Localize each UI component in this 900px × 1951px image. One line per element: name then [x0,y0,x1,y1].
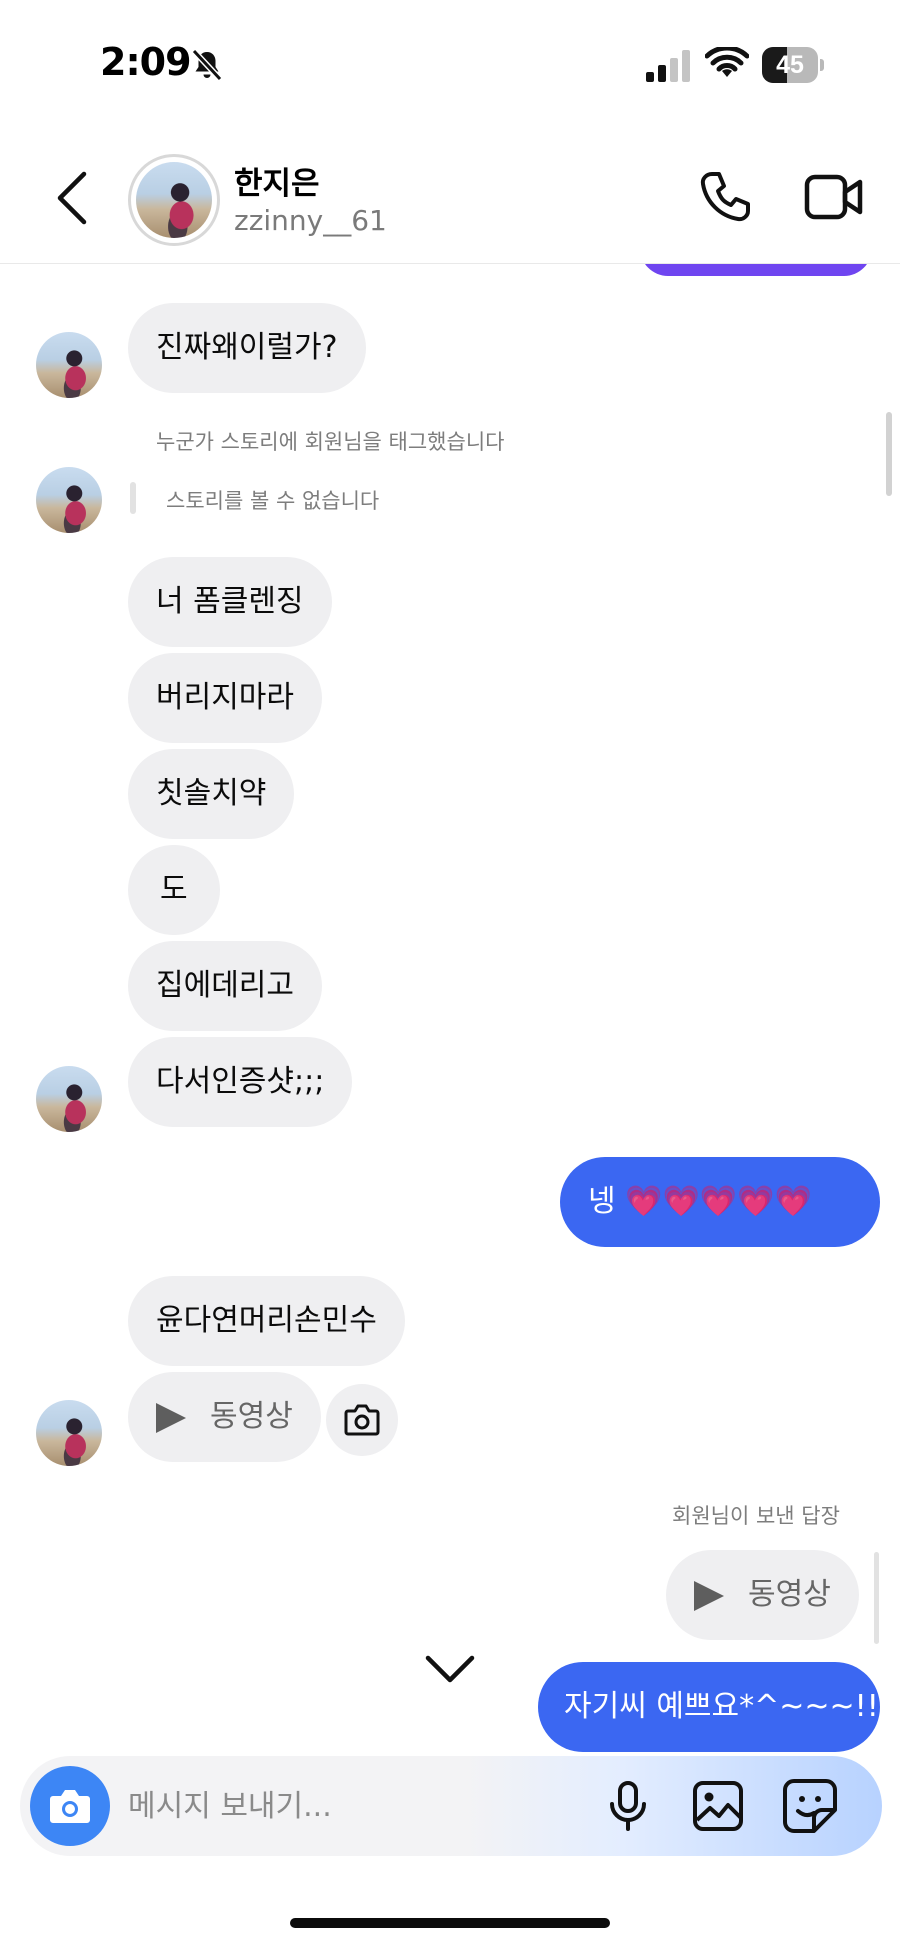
camera-reply-button[interactable] [326,1384,398,1456]
camera-icon [344,1404,380,1436]
status-bar: 2:09 45 [0,0,900,130]
chevron-down-icon[interactable] [424,1652,476,1684]
message-bubble[interactable]: 진짜왜이럴가? [128,303,366,393]
phone-icon[interactable] [698,170,752,224]
home-indicator [290,1918,610,1928]
story-reply-bar [130,482,136,514]
contact-display-name[interactable]: 한지은 [234,158,320,203]
message-composer [20,1756,882,1856]
my-message-bubble[interactable]: 자기씨 예쁘요*^~~~!! [538,1662,880,1752]
sender-avatar[interactable] [36,1066,102,1132]
battery-icon: 45 [762,47,824,83]
message-bubble[interactable]: 너 폼클렌징 [128,557,332,647]
story-unavailable-text[interactable]: 스토리를 볼 수 없습니다 [166,485,379,515]
message-bubble[interactable]: 버리지마라 [128,653,322,743]
reply-video-bubble[interactable]: 동영상 [666,1550,859,1640]
camera-button[interactable] [30,1766,110,1846]
microphone-icon[interactable] [606,1780,650,1832]
sender-avatar[interactable] [36,1400,102,1466]
sender-avatar[interactable] [36,332,102,398]
sender-avatar[interactable] [36,467,102,533]
reply-indicator-line [874,1552,879,1644]
message-bubble[interactable]: 윤다연머리손민수 [128,1276,405,1366]
play-icon [156,1403,186,1433]
video-camera-icon[interactable] [804,174,864,220]
video-label: 동영상 [210,1399,293,1434]
camera-icon [50,1790,90,1823]
message-bubble[interactable]: 칫솔치약 [128,749,295,839]
sticker-icon[interactable] [782,1778,838,1834]
story-tag-notice: 누군가 스토리에 회원님을 태그했습니다 [156,430,505,454]
bell-slash-icon [191,48,223,82]
contact-username[interactable]: zzinny__61 [234,204,387,237]
status-time: 2:09 [100,40,192,84]
reply-notice: 회원님이 보낸 답장 [672,1504,840,1528]
message-input[interactable] [128,1782,488,1830]
play-icon [694,1581,724,1611]
message-bubble[interactable]: 도 [128,845,220,935]
my-message-bubble[interactable]: 넹 💗💗💗💗💗 [560,1157,880,1247]
scrollbar[interactable] [886,412,892,496]
profile-avatar[interactable] [128,154,220,246]
chat-header: 한지은 zzinny__61 [0,130,900,264]
back-chevron-icon[interactable] [52,170,92,226]
battery-level: 45 [776,51,804,79]
video-message-bubble[interactable]: 동영상 [128,1372,321,1462]
video-label: 동영상 [748,1577,831,1612]
gallery-icon[interactable] [692,1780,744,1832]
message-bubble[interactable]: 집에데리고 [128,941,322,1031]
message-bubble[interactable]: 다서인증샷;;; [128,1037,353,1127]
cellular-signal-icon [646,50,690,82]
wifi-icon [705,47,749,77]
